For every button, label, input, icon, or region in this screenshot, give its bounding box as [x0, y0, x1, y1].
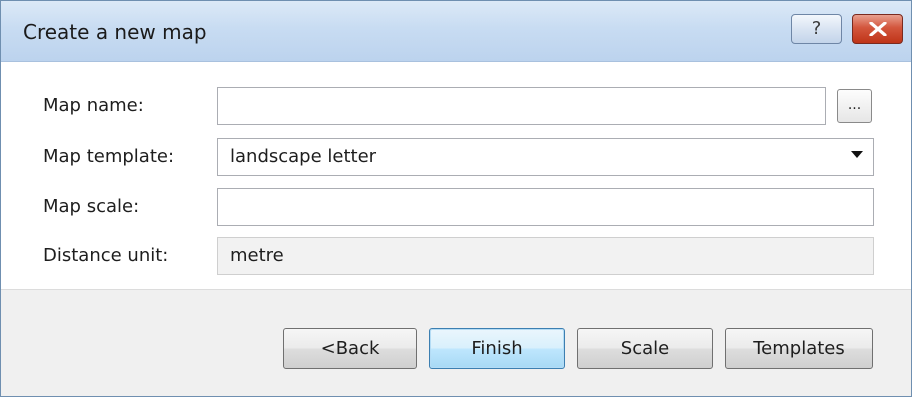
- map-scale-input[interactable]: [217, 188, 874, 226]
- back-button-label: <Back: [320, 338, 380, 359]
- dialog-title: Create a new map: [23, 20, 207, 44]
- map-name-label: Map name:: [43, 95, 144, 116]
- close-button[interactable]: [852, 14, 903, 44]
- templates-button[interactable]: Templates: [725, 328, 873, 369]
- title-bar: Create a new map ?: [1, 1, 911, 62]
- map-template-label: Map template:: [43, 146, 175, 167]
- map-template-value: landscape letter: [230, 146, 377, 167]
- help-button[interactable]: ?: [791, 14, 842, 44]
- browse-button[interactable]: ...: [837, 89, 872, 123]
- help-icon: ?: [811, 18, 822, 39]
- distance-unit-label: Distance unit:: [43, 245, 169, 266]
- close-icon: [869, 22, 887, 36]
- scale-button[interactable]: Scale: [577, 328, 713, 369]
- finish-button-label: Finish: [471, 338, 523, 359]
- back-button[interactable]: <Back: [283, 328, 417, 369]
- templates-button-label: Templates: [753, 338, 845, 359]
- map-scale-label: Map scale:: [43, 196, 140, 217]
- browse-button-label: ...: [847, 97, 862, 113]
- chevron-down-icon[interactable]: [851, 151, 863, 158]
- map-name-input[interactable]: [217, 87, 826, 125]
- distance-unit-value: metre: [230, 245, 284, 266]
- distance-unit-field: metre: [217, 237, 874, 275]
- scale-button-label: Scale: [620, 338, 670, 359]
- create-map-dialog: Create a new map ? Map name: ... Map tem…: [0, 0, 912, 397]
- finish-button[interactable]: Finish: [429, 328, 565, 369]
- map-template-select[interactable]: landscape letter: [217, 138, 874, 176]
